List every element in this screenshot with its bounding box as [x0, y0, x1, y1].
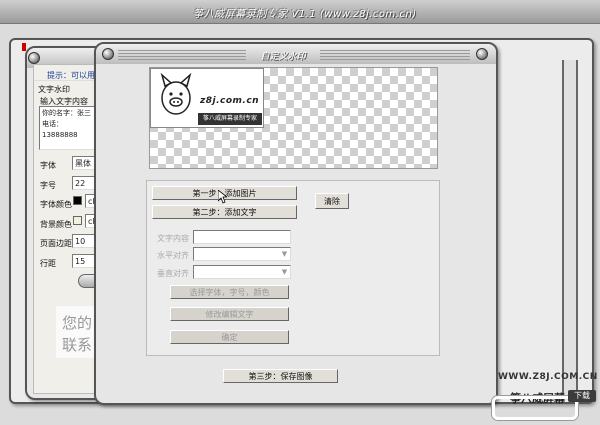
hint-divider — [34, 80, 102, 81]
font-label: 字体 — [40, 161, 56, 170]
chevron-down-icon: ▼ — [281, 250, 288, 258]
halign-label: 水平对齐 — [157, 251, 189, 260]
bgcolor-label: 背景颜色 — [40, 220, 72, 229]
pig-logo — [156, 72, 196, 118]
preview-text-1: 您的 — [62, 314, 93, 332]
watermark-url: WWW.Z8J.COM.CN — [498, 372, 598, 382]
titlebar-groove-right — [320, 50, 470, 60]
text-content-input[interactable] — [193, 230, 291, 244]
color-label: 字体颜色 — [40, 200, 72, 209]
size-label: 字号 — [40, 181, 56, 190]
tab-text-watermark[interactable]: 文字水印 — [38, 84, 70, 95]
right-window-edge — [562, 60, 578, 400]
dialog-min-knob[interactable] — [476, 48, 488, 60]
app-title: 筝八威屏幕录制专家 V1.1 (www.z8j.com.cn) — [193, 9, 417, 20]
save-image-button[interactable]: 第三步：保存图像 — [223, 369, 338, 383]
logo-caption: 筝八威屏幕录制专家 — [198, 113, 262, 125]
add-text-button[interactable]: 第二步：添加文字 — [152, 205, 297, 219]
settings-window-knob[interactable] — [28, 52, 40, 64]
text-content-area[interactable]: 你的名字：张三 电话：13888888 — [39, 106, 99, 150]
chevron-down-icon: ▼ — [281, 268, 288, 276]
watermark-download-button[interactable]: 下载 — [568, 390, 596, 402]
font-select-button[interactable]: 选择字体，字号，颜色 — [170, 285, 289, 299]
clear-button[interactable]: 清除 — [315, 193, 349, 209]
dialog-close-knob[interactable] — [102, 48, 114, 60]
text-line-name: 你的名字：张三 — [42, 109, 91, 117]
bg-color-swatch[interactable] — [73, 216, 82, 225]
edit-text-button[interactable]: 修改编辑文字 — [170, 307, 289, 321]
halign-select[interactable]: ▼ — [193, 247, 291, 261]
preview-text-2: 联系 — [62, 336, 93, 354]
ok-button[interactable]: 确定 — [170, 330, 289, 344]
logo-domain: z8j.com.cn — [200, 96, 260, 106]
spacing-label: 行距 — [40, 259, 56, 268]
font-color-swatch[interactable] — [73, 196, 82, 205]
watermark-logo: 筝八威屏幕 下载 — [488, 386, 600, 422]
text-content-label: 文字内容 — [157, 234, 189, 243]
valign-label: 垂直对齐 — [157, 269, 189, 278]
margin-label: 页面边距 — [40, 239, 72, 248]
titlebar-groove-left — [118, 50, 246, 60]
red-marker — [22, 43, 26, 51]
valign-select[interactable]: ▼ — [193, 265, 291, 279]
watermark-badge — [492, 396, 578, 420]
dialog-title: 自定义水印 — [260, 52, 306, 62]
text-line-phone: 电话：13888888 — [42, 120, 78, 139]
